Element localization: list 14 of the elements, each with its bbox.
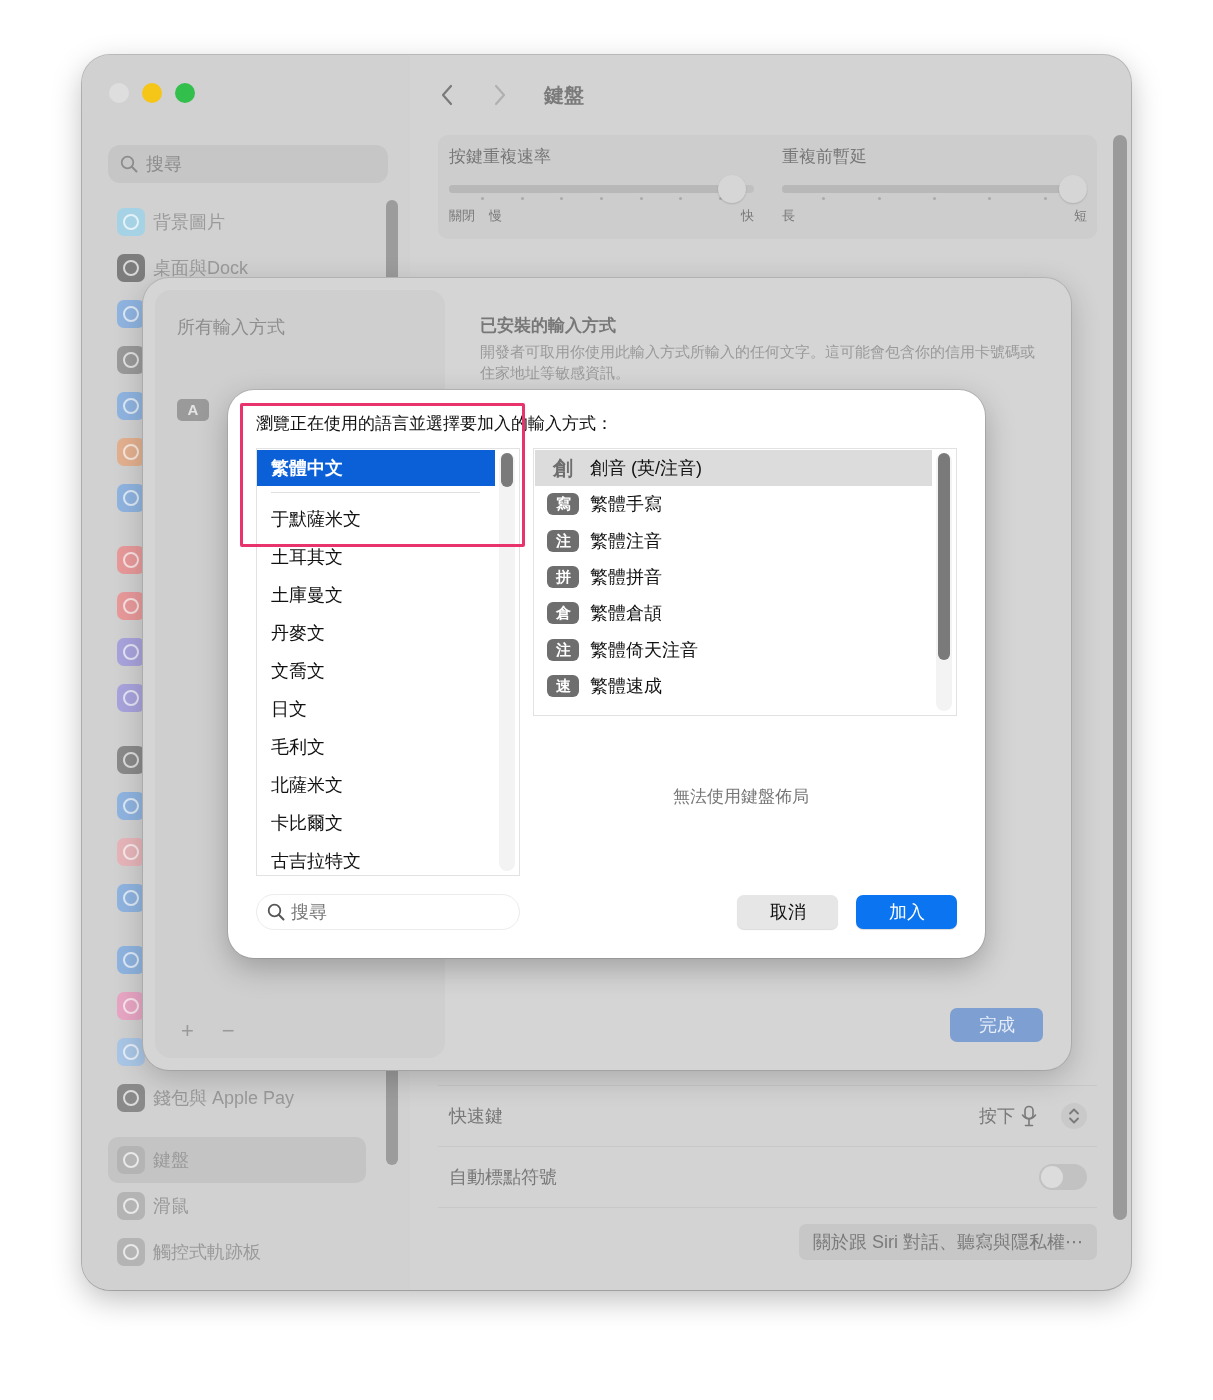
- section-title: 已安裝的輸入方式: [480, 315, 617, 337]
- setting-label: 自動標點符號: [449, 1166, 557, 1189]
- window-title: 鍵盤: [544, 82, 584, 108]
- slider-caption: 長: [782, 207, 795, 225]
- slider-caption: 短: [1074, 207, 1087, 225]
- input-source-badge: A: [177, 399, 209, 421]
- slider-caption: 快: [741, 207, 754, 225]
- setting-label: 快速鍵: [449, 1105, 503, 1128]
- slider-caption: 慢: [489, 207, 502, 225]
- list-heading: 所有輸入方式: [177, 316, 286, 339]
- slider-label: 按鍵重複速率: [449, 146, 552, 168]
- layout-note: 無法使用鍵盤佈局: [673, 785, 809, 808]
- slider-label: 重複前暫延: [782, 146, 868, 168]
- slider-caption: 關閉: [449, 207, 475, 225]
